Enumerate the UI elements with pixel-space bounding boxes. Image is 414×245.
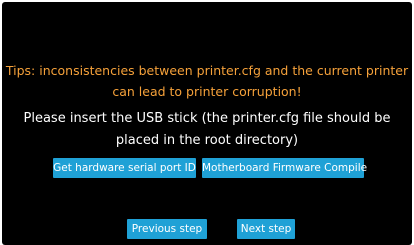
get-serial-port-id-button[interactable]: Get hardware serial port ID — [53, 158, 196, 178]
firmware-compile-button[interactable]: Motherboard Firmware Compile — [202, 158, 367, 178]
setup-screen: Tips: inconsistencies between printer.cf… — [2, 2, 412, 245]
warning-tips: Tips: inconsistencies between printer.cf… — [2, 60, 412, 102]
tips-line-2: can lead to printer corruption! — [112, 84, 302, 99]
usb-instruction: Please insert the USB stick (the printer… — [2, 108, 412, 152]
instruction-line-2: placed in the root directory) — [115, 133, 299, 148]
next-step-button[interactable]: Next step — [237, 219, 295, 239]
previous-step-button[interactable]: Previous step — [127, 219, 207, 239]
instruction-line-1: Please insert the USB stick (the printer… — [23, 111, 391, 126]
tips-line-1: Tips: inconsistencies between printer.cf… — [5, 63, 409, 78]
